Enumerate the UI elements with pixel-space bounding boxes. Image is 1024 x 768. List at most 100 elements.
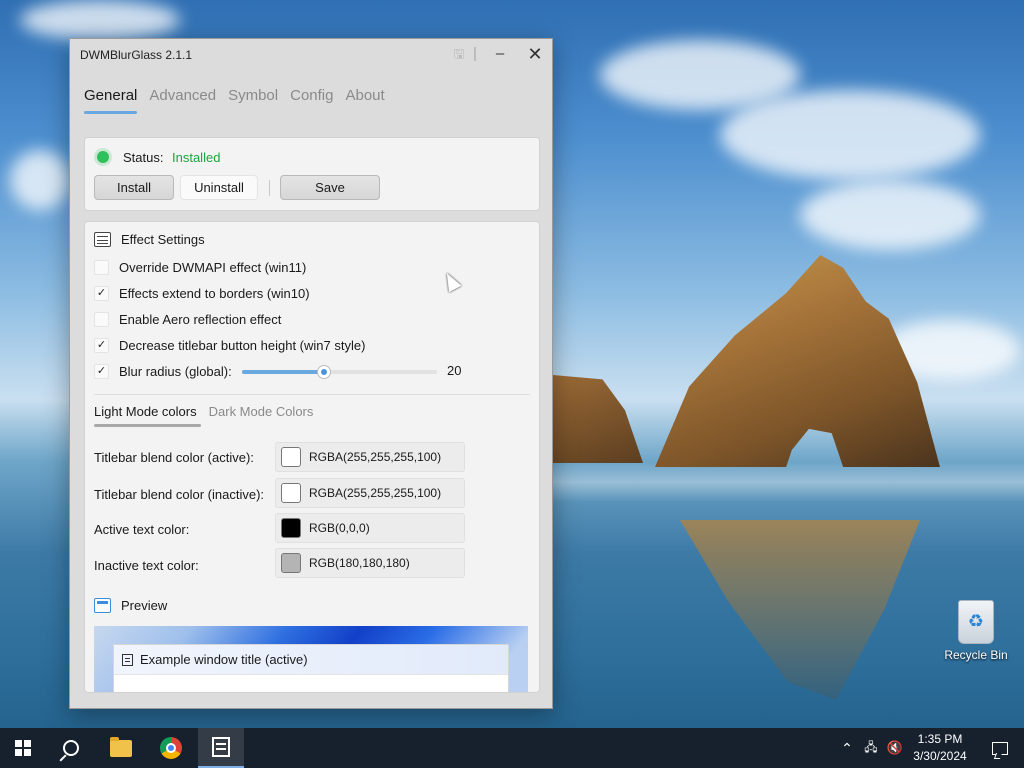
- checkbox[interactable]: [94, 311, 109, 327]
- option-titlebar-button-height[interactable]: ✓ Decrease titlebar button height (win7 …: [94, 335, 365, 355]
- blur-radius-slider[interactable]: [242, 365, 437, 379]
- start-button[interactable]: [0, 728, 46, 768]
- active-text-color-field[interactable]: RGB(0,0,0): [275, 513, 465, 543]
- search-icon: [63, 740, 79, 756]
- preview-header: Preview: [94, 595, 167, 615]
- checkbox[interactable]: ✓: [94, 337, 109, 353]
- taskbar-clock[interactable]: 1:35 PM 3/30/2024: [904, 731, 976, 765]
- active-text-color-label: Active text color:: [94, 522, 190, 537]
- effect-settings-header: Effect Settings: [94, 229, 205, 249]
- option-extend-borders[interactable]: ✓ Effects extend to borders (win10): [94, 283, 310, 303]
- rock-reflection: [680, 520, 920, 700]
- option-label: Effects extend to borders (win10): [119, 285, 310, 301]
- titlebar-blend-inactive-label: Titlebar blend color (inactive):: [94, 487, 265, 502]
- taskbar-file-explorer[interactable]: [98, 728, 144, 768]
- titlebar-blend-inactive-field[interactable]: RGBA(255,255,255,100): [275, 478, 465, 508]
- option-label: Enable Aero reflection effect: [119, 311, 282, 327]
- tab-light-mode-colors[interactable]: Light Mode colors: [94, 404, 201, 427]
- app-icon: [212, 737, 230, 757]
- color-swatch[interactable]: [281, 447, 301, 467]
- tab-dark-mode-colors[interactable]: Dark Mode Colors: [209, 404, 314, 419]
- status-label: Status:: [123, 150, 164, 165]
- recycle-bin-label: Recycle Bin: [944, 648, 1008, 662]
- tab-general[interactable]: General: [84, 87, 138, 114]
- save-button[interactable]: Save: [280, 175, 380, 200]
- taskbar-dwmblurglass[interactable]: [198, 728, 244, 768]
- status-value: Installed: [172, 150, 221, 165]
- tab-config[interactable]: Config: [290, 87, 333, 104]
- rock-small: [553, 375, 643, 463]
- color-swatch[interactable]: [281, 553, 301, 573]
- status-card: Status: Installed Install Uninstall Save: [84, 137, 540, 211]
- titlebar[interactable]: DWMBlurGlass 2.1.1 🖫 | – ✕: [70, 39, 552, 71]
- cloud: [800, 180, 980, 250]
- clock-date: 3/30/2024: [913, 749, 967, 763]
- slider-fill: [242, 370, 324, 374]
- settings-card: Effect Settings Override DWMAPI effect (…: [84, 221, 540, 693]
- clock-time: 1:35 PM: [917, 732, 963, 746]
- titlebar-separator: |: [473, 45, 477, 62]
- volume-muted-icon[interactable]: 🔇: [884, 728, 906, 768]
- titlebar-blend-active-label: Titlebar blend color (active):: [94, 450, 254, 465]
- settings-list-icon: [94, 231, 111, 247]
- install-button[interactable]: Install: [94, 175, 174, 200]
- blur-radius-value: 20: [447, 363, 462, 378]
- preview-title: Preview: [121, 597, 168, 613]
- app-window: DWMBlurGlass 2.1.1 🖫 | – ✕ General Advan…: [69, 38, 553, 709]
- taskbar-chrome[interactable]: [148, 728, 194, 768]
- titlebar-blend-active-field[interactable]: RGBA(255,255,255,100): [275, 442, 465, 472]
- close-button[interactable]: ✕: [518, 39, 552, 69]
- checkbox[interactable]: [94, 259, 109, 275]
- preview-window-titlebar: Example window title (active): [114, 645, 508, 675]
- window-title: DWMBlurGlass 2.1.1: [80, 48, 193, 62]
- tab-advanced[interactable]: Advanced: [149, 87, 216, 104]
- recycle-bin-icon: [958, 600, 994, 644]
- divider: [94, 394, 530, 395]
- effect-settings-title: Effect Settings: [121, 231, 205, 247]
- cloud: [10, 150, 70, 210]
- checkbox[interactable]: ✓: [94, 363, 109, 379]
- option-override-dwmapi[interactable]: Override DWMAPI effect (win11): [94, 257, 306, 277]
- color-value: RGB(0,0,0): [309, 521, 370, 535]
- option-label: Override DWMAPI effect (win11): [119, 259, 307, 275]
- rock-arch: [655, 255, 940, 467]
- preview-window-title: Example window title (active): [140, 652, 308, 667]
- app-icon: [122, 653, 133, 666]
- status-indicator-icon: [97, 151, 109, 163]
- chrome-icon: [160, 737, 182, 759]
- color-swatch[interactable]: [281, 518, 301, 538]
- preview-window: Example window title (active): [113, 644, 509, 692]
- option-label: Decrease titlebar button height (win7 st…: [119, 337, 366, 353]
- color-value: RGBA(255,255,255,100): [309, 450, 442, 464]
- inactive-text-color-label: Inactive text color:: [94, 558, 199, 573]
- windows-logo-icon: [15, 740, 31, 756]
- button-separator: [269, 180, 270, 196]
- option-blur-radius[interactable]: ✓ Blur radius (global):: [94, 361, 232, 381]
- main-tabs: General Advanced Symbol Config About: [84, 87, 385, 114]
- preview-window-icon: [94, 597, 111, 613]
- color-swatch[interactable]: [281, 483, 301, 503]
- color-mode-tabs: Light Mode colors Dark Mode Colors: [94, 404, 314, 427]
- chevron-up-icon[interactable]: ⌃: [838, 728, 856, 768]
- uninstall-button[interactable]: Uninstall: [180, 175, 258, 200]
- preview-area: Example window title (active): [94, 626, 528, 692]
- folder-icon: [110, 736, 132, 757]
- sea-horizon: [553, 462, 1024, 502]
- slider-thumb[interactable]: [316, 365, 331, 379]
- network-icon[interactable]: 🖧: [860, 728, 882, 768]
- color-value: RGB(180,180,180): [309, 556, 410, 570]
- tab-symbol[interactable]: Symbol: [228, 87, 278, 104]
- color-value: RGBA(255,255,255,100): [309, 486, 442, 500]
- recycle-bin[interactable]: Recycle Bin: [940, 600, 1012, 662]
- tab-about[interactable]: About: [345, 87, 384, 104]
- option-aero-reflection[interactable]: Enable Aero reflection effect: [94, 309, 281, 329]
- notification-center-button[interactable]: [982, 728, 1018, 768]
- taskbar: ⌃ 🖧 🔇 1:35 PM 3/30/2024: [0, 728, 1024, 768]
- search-button[interactable]: [48, 728, 94, 768]
- cloud: [720, 90, 980, 180]
- cloud: [20, 0, 180, 40]
- inactive-text-color-field[interactable]: RGB(180,180,180): [275, 548, 465, 578]
- option-label: Blur radius (global):: [119, 363, 232, 379]
- minimize-button[interactable]: –: [483, 39, 517, 69]
- checkbox[interactable]: ✓: [94, 285, 109, 301]
